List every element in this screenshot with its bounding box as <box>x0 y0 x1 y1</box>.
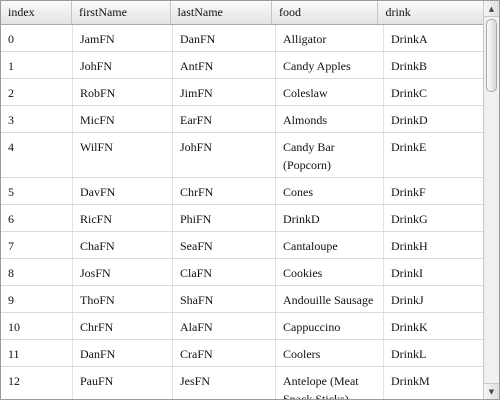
cell-firstname: ChrFN <box>73 313 173 339</box>
cell-lastname: ChrFN <box>173 178 276 204</box>
cell-firstname: PauFN <box>73 367 173 399</box>
cell-food: Cones <box>276 178 384 204</box>
column-header-lastname[interactable]: lastName <box>171 1 273 24</box>
cell-lastname: JohFN <box>173 133 276 177</box>
column-header-drink[interactable]: drink <box>378 1 477 24</box>
cell-lastname: ClaFN <box>173 259 276 285</box>
vertical-scrollbar[interactable]: ▲ ▼ <box>483 1 499 399</box>
cell-drink: DrinkH <box>391 239 428 253</box>
cell-food: Coleslaw <box>276 79 384 105</box>
cell-index: 11 <box>1 340 73 366</box>
table-row[interactable]: 10 ChrFN AlaFN Cappuccino DrinkK <box>1 313 484 340</box>
column-header-food[interactable]: food <box>272 1 379 24</box>
cell-index: 9 <box>1 286 73 312</box>
cell-lastname: JimFN <box>173 79 276 105</box>
scrollbar-thumb[interactable] <box>486 19 497 92</box>
cell-drink: DrinkG <box>391 212 428 226</box>
table-header: index firstName lastName food drink <box>1 1 484 25</box>
data-table: index firstName lastName food drink 0 Ja… <box>0 0 500 400</box>
cell-drink: DrinkA <box>391 32 428 46</box>
cell-drink: DrinkE <box>391 140 427 154</box>
table-body: 0 JamFN DanFN Alligator DrinkA 1 JohFN A… <box>1 25 484 399</box>
table-row[interactable]: 12 PauFN JesFN Antelope (Meat Snack Stic… <box>1 367 484 399</box>
table-row[interactable]: 7 ChaFN SeaFN Cantaloupe DrinkH <box>1 232 484 259</box>
cell-lastname: PhiFN <box>173 205 276 231</box>
table-row[interactable]: 4 WilFN JohFN Candy Bar (Popcorn) DrinkE <box>1 133 484 178</box>
cell-index: 10 <box>1 313 73 339</box>
cell-drink: DrinkL <box>391 347 427 361</box>
cell-lastname: AlaFN <box>173 313 276 339</box>
cell-drink: DrinkF <box>391 185 426 199</box>
cell-lastname: JesFN <box>173 367 276 399</box>
cell-firstname: RobFN <box>73 79 173 105</box>
cell-index: 3 <box>1 106 73 132</box>
cell-firstname: JosFN <box>73 259 173 285</box>
cell-food: Andouille Sausage <box>276 286 384 312</box>
table-row[interactable]: 0 JamFN DanFN Alligator DrinkA <box>1 25 484 52</box>
cell-lastname: CraFN <box>173 340 276 366</box>
cell-index: 4 <box>1 133 73 177</box>
table-row[interactable]: 2 RobFN JimFN Coleslaw DrinkC <box>1 79 484 106</box>
table-row[interactable]: 3 MicFN EarFN Almonds DrinkD <box>1 106 484 133</box>
cell-drink: DrinkJ <box>391 293 424 307</box>
cell-index: 6 <box>1 205 73 231</box>
cell-food: Cookies <box>276 259 384 285</box>
cell-firstname: MicFN <box>73 106 173 132</box>
cell-index: 12 <box>1 367 73 399</box>
cell-index: 8 <box>1 259 73 285</box>
cell-lastname: AntFN <box>173 52 276 78</box>
column-header-index[interactable]: index <box>1 1 72 24</box>
table-row[interactable]: 5 DavFN ChrFN Cones DrinkF <box>1 178 484 205</box>
cell-drink: DrinkB <box>391 59 427 73</box>
cell-firstname: WilFN <box>73 133 173 177</box>
cell-food: Cantaloupe <box>276 232 384 258</box>
cell-firstname: JohFN <box>73 52 173 78</box>
cell-firstname: JamFN <box>73 25 173 51</box>
cell-lastname: EarFN <box>173 106 276 132</box>
arrow-up-icon[interactable]: ▲ <box>484 1 499 17</box>
arrow-down-icon[interactable]: ▼ <box>484 383 499 399</box>
cell-food: Candy Apples <box>276 52 384 78</box>
table-row[interactable]: 9 ThoFN ShaFN Andouille Sausage DrinkJ <box>1 286 484 313</box>
cell-food: Coolers <box>276 340 384 366</box>
cell-firstname: DanFN <box>73 340 173 366</box>
cell-drink: DrinkC <box>391 86 427 100</box>
table-row[interactable]: 8 JosFN ClaFN Cookies DrinkI <box>1 259 484 286</box>
cell-firstname: ThoFN <box>73 286 173 312</box>
cell-firstname: DavFN <box>73 178 173 204</box>
cell-index: 2 <box>1 79 73 105</box>
cell-firstname: RicFN <box>73 205 173 231</box>
cell-drink: DrinkI <box>391 266 423 280</box>
cell-index: 1 <box>1 52 73 78</box>
cell-food: Antelope (Meat Snack Sticks) <box>276 367 384 399</box>
cell-index: 5 <box>1 178 73 204</box>
cell-index: 7 <box>1 232 73 258</box>
cell-food: Alligator <box>276 25 384 51</box>
table-row[interactable]: 11 DanFN CraFN Coolers DrinkL <box>1 340 484 367</box>
cell-drink: DrinkK <box>391 320 428 334</box>
cell-food: Almonds <box>276 106 384 132</box>
cell-food: DrinkD <box>276 205 384 231</box>
cell-food: Cappuccino <box>276 313 384 339</box>
cell-drink: DrinkD <box>391 113 428 127</box>
column-header-firstname[interactable]: firstName <box>72 1 171 24</box>
cell-firstname: ChaFN <box>73 232 173 258</box>
cell-food: Candy Bar (Popcorn) <box>276 133 384 177</box>
cell-lastname: SeaFN <box>173 232 276 258</box>
cell-drink: DrinkM <box>391 374 430 388</box>
table-row[interactable]: 6 RicFN PhiFN DrinkD DrinkG <box>1 205 484 232</box>
table-row[interactable]: 1 JohFN AntFN Candy Apples DrinkB <box>1 52 484 79</box>
cell-lastname: ShaFN <box>173 286 276 312</box>
cell-index: 0 <box>1 25 73 51</box>
cell-lastname: DanFN <box>173 25 276 51</box>
